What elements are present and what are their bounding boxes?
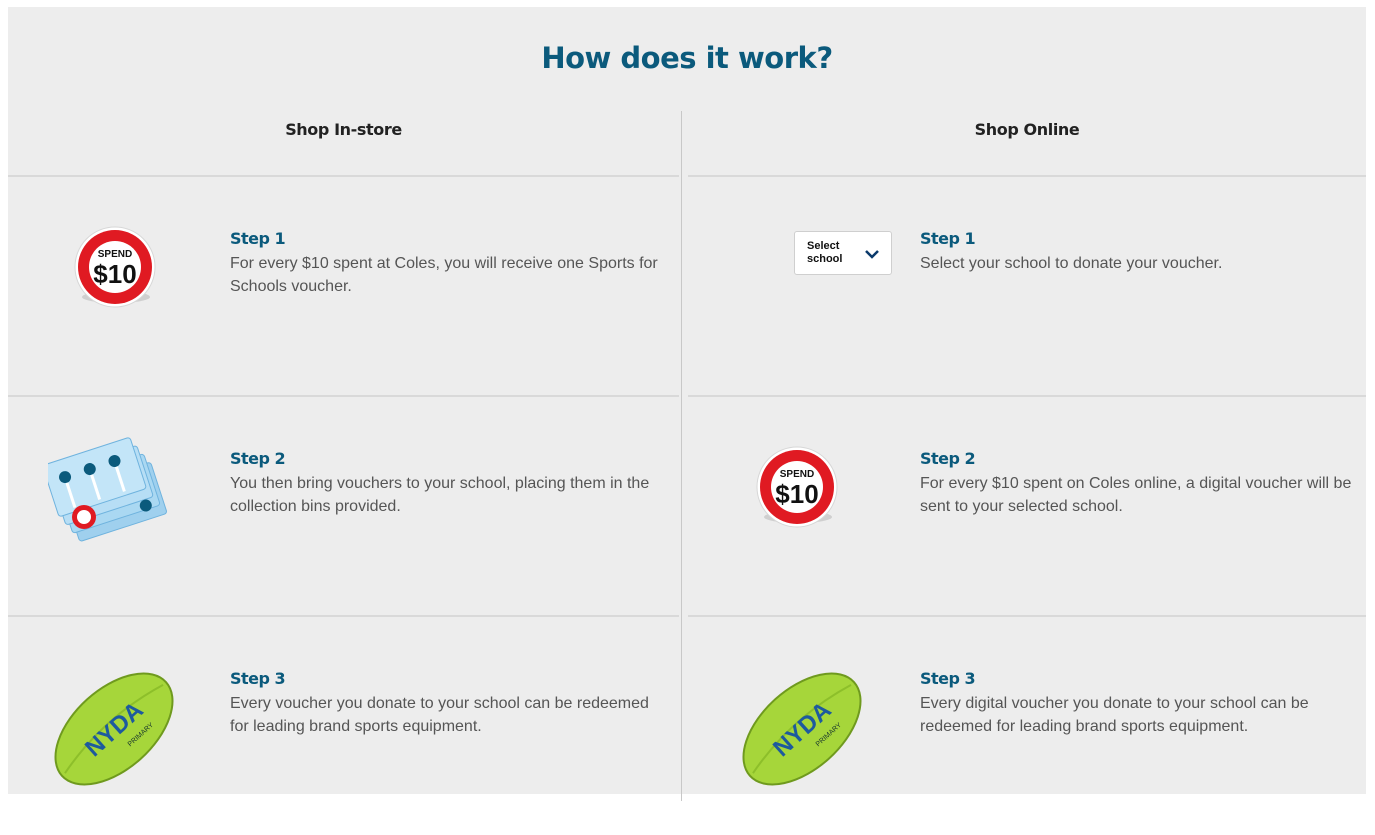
- ten-dollar-text: $10: [775, 479, 818, 509]
- football-icon: NYDA PRIMARY: [732, 661, 872, 791]
- select-school-icon: Select school: [726, 217, 892, 327]
- online-step-3-text: Step 3 Every digital voucher you donate …: [920, 669, 1360, 738]
- step-label: Step 2: [230, 449, 286, 468]
- vouchers-icon: [42, 427, 178, 557]
- ten-dollar-text: $10: [93, 259, 136, 289]
- in-store-step-3-text: Step 3 Every voucher you donate to your …: [230, 669, 660, 738]
- select-school-label: Select school: [807, 240, 843, 265]
- step-description: You then bring vouchers to your school, …: [230, 475, 650, 515]
- in-store-step-3: NYDA PRIMARY Step 3 Every voucher you do…: [8, 617, 679, 835]
- football-icon: NYDA PRIMARY: [44, 661, 184, 791]
- online-step-1-text: Step 1 Select your school to donate your…: [920, 229, 1360, 275]
- online-step-2-text: Step 2 For every $10 spent on Coles onli…: [920, 449, 1360, 518]
- step-description: For every $10 spent at Coles, you will r…: [230, 255, 658, 295]
- step-label: Step 2: [920, 449, 976, 468]
- step-description: Select your school to donate your vouche…: [920, 255, 1223, 272]
- page-title: How does it work?: [541, 41, 833, 75]
- shop-in-store-heading: Shop In-store: [8, 111, 679, 177]
- shop-online-column: Shop Online Select school Step 1 Select …: [688, 111, 1366, 835]
- step-label: Step 3: [230, 669, 286, 688]
- step-description: Every digital voucher you donate to your…: [920, 695, 1309, 735]
- shop-online-heading: Shop Online: [688, 111, 1366, 177]
- spend-10-icon: SPEND $10: [46, 217, 176, 327]
- step-label: Step 1: [920, 229, 976, 248]
- how-it-works-panel: How does it work? Shop In-store SPEND $1…: [8, 7, 1366, 801]
- step-description: Every voucher you donate to your school …: [230, 695, 649, 735]
- step-label: Step 1: [230, 229, 286, 248]
- column-divider: [681, 111, 682, 801]
- chevron-down-icon: [865, 246, 879, 264]
- step-label: Step 3: [920, 669, 976, 688]
- in-store-step-1-text: Step 1 For every $10 spent at Coles, you…: [230, 229, 660, 298]
- in-store-step-2: Step 2 You then bring vouchers to your s…: [8, 397, 679, 617]
- select-school-dropdown[interactable]: Select school: [794, 231, 892, 275]
- in-store-step-1: SPEND $10 Step 1 For every $10 spent at …: [8, 177, 679, 397]
- in-store-step-2-text: Step 2 You then bring vouchers to your s…: [230, 449, 660, 518]
- spend-10-icon: SPEND $10: [728, 437, 858, 547]
- online-step-3: NYDA PRIMARY Step 3 Every digital vouche…: [688, 617, 1366, 835]
- shop-in-store-column: Shop In-store SPEND $10 Step 1 For every…: [8, 111, 679, 835]
- step-description: For every $10 spent on Coles online, a d…: [920, 475, 1352, 515]
- online-step-2: SPEND $10 Step 2 For every $10 spent on …: [688, 397, 1366, 617]
- online-step-1: Select school Step 1 Select your school …: [688, 177, 1366, 397]
